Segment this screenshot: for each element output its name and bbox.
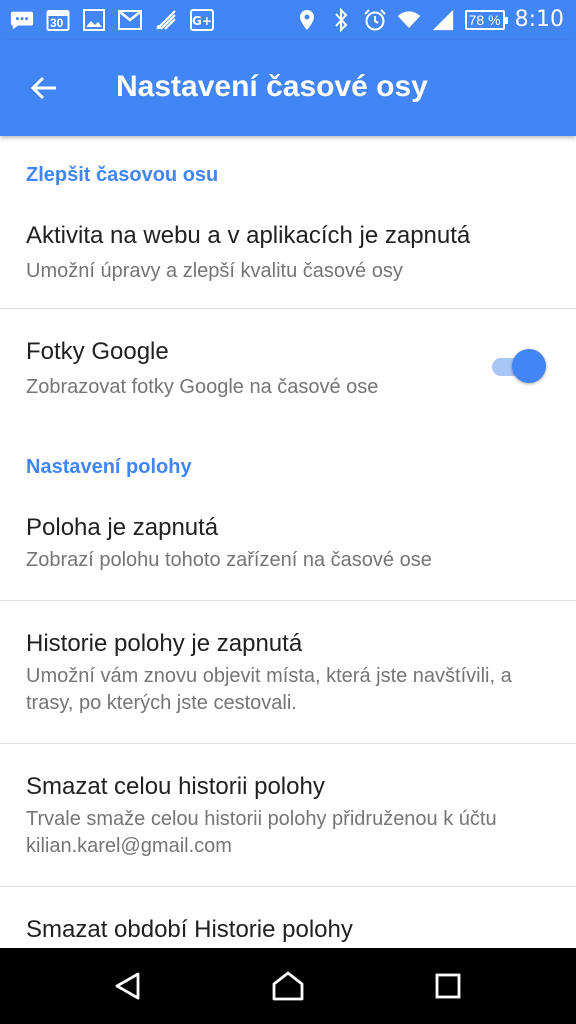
battery-indicator: 78 %: [464, 9, 508, 30]
divider: [0, 308, 576, 309]
back-triangle-icon: [115, 972, 140, 1000]
system-icons: 78 % 8:10: [295, 7, 564, 32]
photos-setting-title: Fotky Google: [26, 338, 169, 365]
section-header-improve: Zlepšit časovou osu: [26, 164, 219, 186]
home-icon: [272, 971, 304, 1001]
location-icon: [295, 8, 319, 32]
bluetooth-icon: [329, 7, 353, 32]
arrow-left-icon: [30, 76, 56, 100]
delete-range-history-title: Smazat období Historie polohy: [26, 916, 353, 943]
recents-icon: [435, 973, 461, 999]
divider: [0, 743, 576, 744]
calendar-day: 30: [50, 16, 64, 30]
section-header-location: Nastavení polohy: [26, 456, 192, 478]
navigation-bar: [0, 948, 576, 1024]
location-setting-title: Poloha je zapnutá: [26, 514, 219, 541]
photos-setting-subtitle: Zobrazovat fotky Google na časové ose: [26, 376, 379, 398]
svg-text:G+: G+: [192, 14, 212, 28]
image-icon: [82, 8, 106, 32]
nav-back-button[interactable]: [104, 962, 152, 1010]
delete-range-history-item[interactable]: Smazat období Historie polohy: [0, 904, 576, 948]
settings-list[interactable]: Zlepšit časovou osu Aktivita na webu a v…: [0, 136, 576, 948]
location-setting-subtitle: Zobrazí polohu tohoto zařízení na časové…: [26, 549, 432, 571]
nav-recents-button[interactable]: [424, 962, 472, 1010]
activity-setting-item[interactable]: Aktivita na webu a v aplikacích je zapnu…: [0, 210, 576, 308]
alarm-icon: [363, 8, 387, 32]
location-history-title: Historie polohy je zapnutá: [26, 630, 303, 657]
location-history-subtitle: Umožní vám znovu objevit místa, která js…: [26, 665, 512, 714]
photos-setting-item[interactable]: Fotky Google Zobrazovat fotky Google na …: [0, 326, 576, 426]
location-setting-item[interactable]: Poloha je zapnutá Zobrazí polohu tohoto …: [0, 502, 576, 600]
status-bar: 30 G+ 78 % 8:10: [0, 0, 576, 40]
photos-toggle[interactable]: [492, 349, 546, 383]
app-bar: Nastavení časové osy: [0, 40, 576, 136]
nav-home-button[interactable]: [264, 962, 312, 1010]
hangouts-icon: [154, 8, 178, 32]
wifi-icon: [397, 8, 421, 32]
battery-percent: 78 %: [468, 11, 501, 28]
message-icon: [10, 8, 34, 32]
page-title: Nastavení časové osy: [116, 70, 428, 103]
calendar-icon: 30: [46, 8, 70, 32]
delete-all-history-item[interactable]: Smazat celou historii polohy Trvale smaž…: [0, 761, 576, 885]
signal-icon: [431, 8, 455, 32]
divider: [0, 600, 576, 601]
google-plus-icon: G+: [190, 8, 214, 32]
activity-setting-title: Aktivita na webu a v aplikacích je zapnu…: [26, 222, 471, 249]
activity-setting-subtitle: Umožní úpravy a zlepší kvalitu časové os…: [26, 260, 403, 282]
toggle-thumb: [512, 349, 546, 383]
location-history-item[interactable]: Historie polohy je zapnutá Umožní vám zn…: [0, 618, 576, 742]
notification-icons: 30 G+: [10, 8, 214, 32]
back-button[interactable]: [20, 64, 68, 112]
clock: 8:10: [514, 7, 564, 32]
gmail-icon: [118, 8, 142, 32]
divider: [0, 886, 576, 887]
delete-all-history-subtitle: Trvale smaže celou historii polohy přidr…: [26, 808, 497, 857]
delete-all-history-title: Smazat celou historii polohy: [26, 773, 325, 800]
